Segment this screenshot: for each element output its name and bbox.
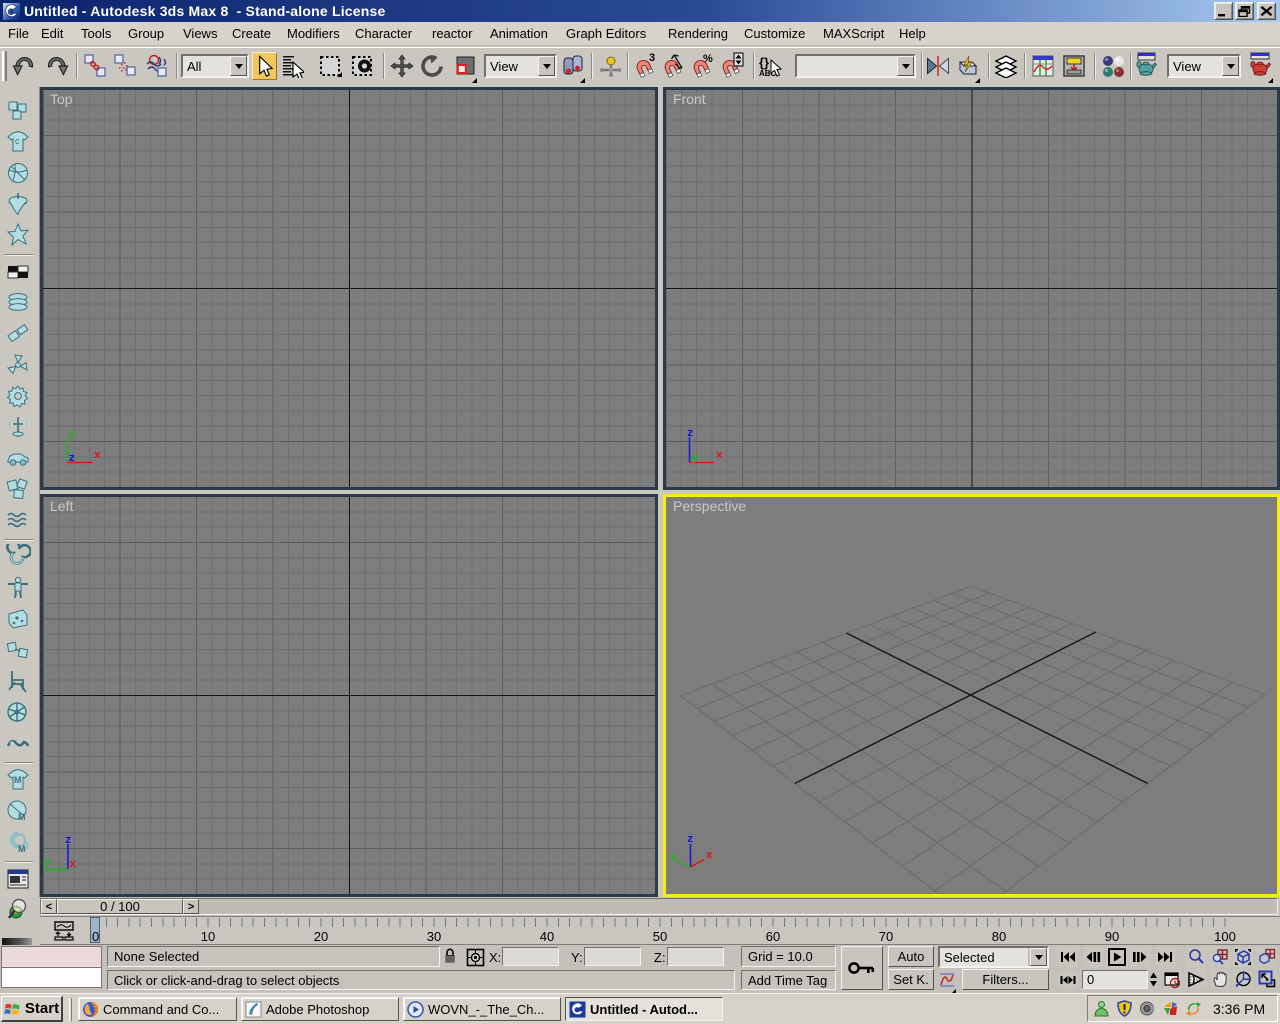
svg-text:50: 50 (653, 929, 667, 944)
svg-text:z: z (687, 428, 694, 440)
svg-text:c: c (15, 136, 20, 146)
svg-text:20: 20 (314, 929, 328, 944)
svg-text:z: z (687, 834, 694, 846)
svg-text:M: M (18, 812, 26, 822)
svg-text:x: x (706, 850, 713, 862)
svg-text:y: y (691, 453, 698, 465)
svg-text:3: 3 (649, 52, 655, 64)
svg-text:M: M (14, 775, 22, 785)
svg-text:y: y (670, 851, 677, 863)
svg-text:60: 60 (766, 929, 780, 944)
svg-text:x: x (70, 859, 77, 871)
svg-text:z: z (65, 835, 72, 847)
svg-text:100: 100 (1214, 929, 1236, 944)
svg-text:x: x (94, 450, 101, 462)
svg-text:y: y (69, 428, 76, 440)
svg-text:z: z (69, 453, 76, 465)
svg-text:M: M (18, 844, 26, 854)
svg-text:90: 90 (1105, 929, 1119, 944)
svg-text:80: 80 (992, 929, 1006, 944)
svg-text:40: 40 (540, 929, 554, 944)
svg-text:y: y (44, 857, 51, 869)
svg-text:%: % (703, 53, 713, 65)
svg-text:10: 10 (201, 929, 215, 944)
svg-text:30: 30 (427, 929, 441, 944)
svg-text:x: x (716, 450, 723, 462)
svg-text:70: 70 (879, 929, 893, 944)
svg-text:{}: {} (759, 55, 769, 70)
